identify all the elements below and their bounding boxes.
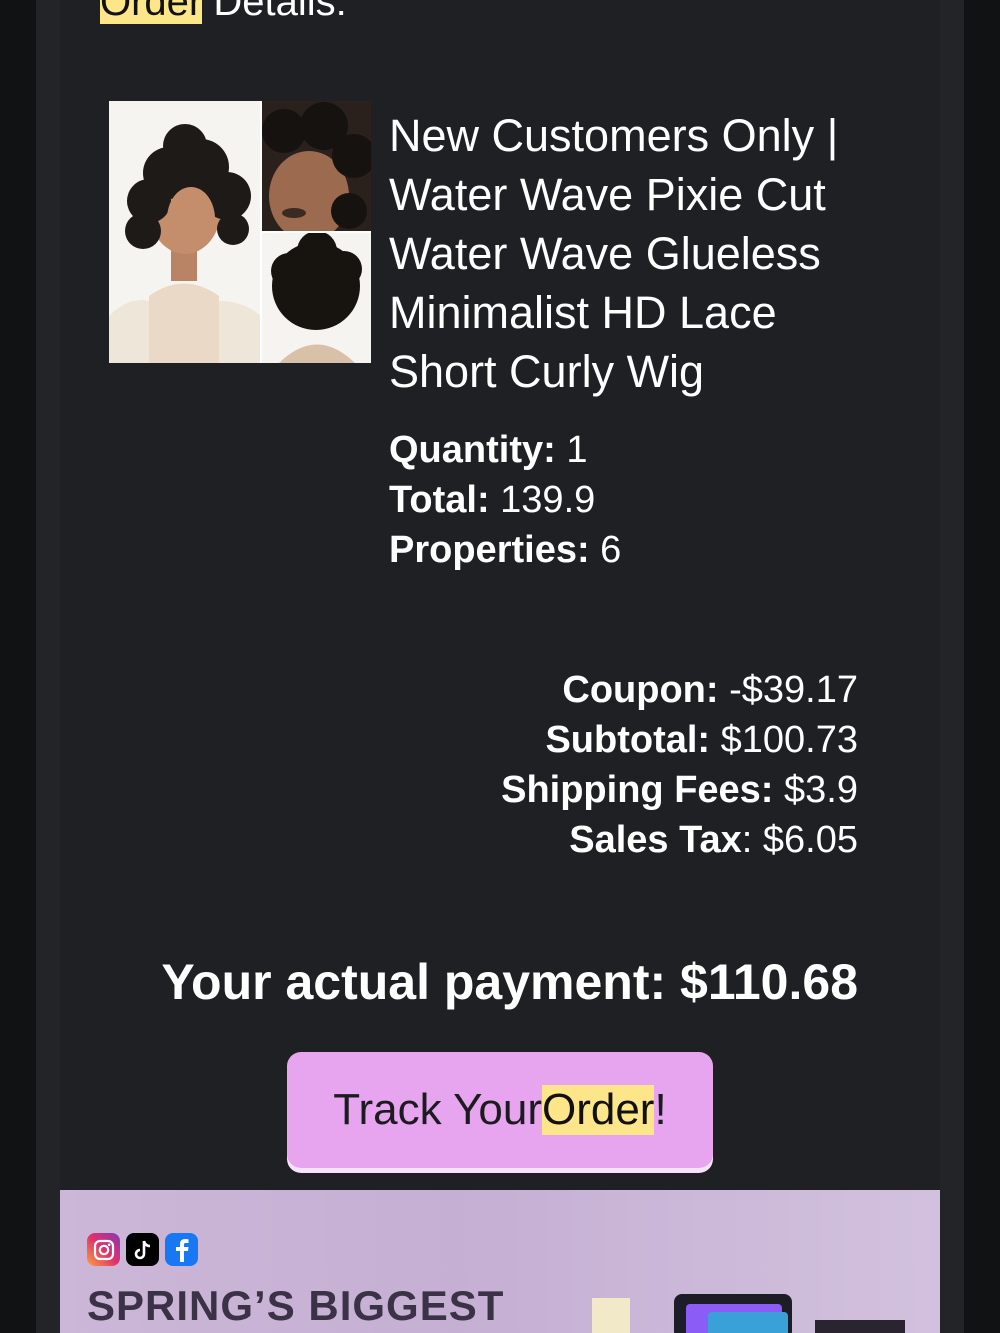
subtotal-value: $100.73 xyxy=(710,719,858,761)
item-details: Quantity: 1 Total: 139.9 Properties: 6 xyxy=(389,425,621,575)
promo-banner[interactable]: SPRING’S BIGGEST xyxy=(60,1190,940,1333)
facebook-icon[interactable] xyxy=(165,1233,198,1266)
coupon-value: -$39.17 xyxy=(718,669,858,711)
right-frame-border xyxy=(940,0,964,1333)
heading-text: Details: xyxy=(202,0,347,24)
properties-label: Properties: xyxy=(389,529,590,571)
search-highlight: Order xyxy=(100,0,203,24)
actual-payment: Your actual payment: $110.68 xyxy=(161,954,858,1010)
subtotal-row: Subtotal: $100.73 xyxy=(501,715,858,765)
tax-value: : $6.05 xyxy=(741,819,858,861)
order-summary: Coupon: -$39.17 Subtotal: $100.73 Shippi… xyxy=(501,665,858,865)
quantity-row: Quantity: 1 xyxy=(389,425,621,475)
quantity-value: 1 xyxy=(555,429,588,471)
coupon-row: Coupon: -$39.17 xyxy=(501,665,858,715)
coupon-label: Coupon: xyxy=(562,669,719,711)
track-button-highlight: Order xyxy=(541,1085,655,1135)
total-value: 139.9 xyxy=(489,479,596,521)
track-button-suffix: ! xyxy=(654,1085,667,1134)
instagram-icon[interactable] xyxy=(87,1233,120,1266)
order-details-heading: Order Details: xyxy=(100,0,347,26)
social-icons xyxy=(87,1233,198,1266)
banner-devices-illustration xyxy=(592,1294,905,1333)
properties-row: Properties: 6 xyxy=(389,525,621,575)
shipping-value: $3.9 xyxy=(773,769,858,811)
shipping-label: Shipping Fees: xyxy=(501,769,774,811)
track-order-button[interactable]: Track Your Order! xyxy=(287,1052,713,1168)
track-button-text: Track Your xyxy=(333,1085,542,1134)
product-photo-icon xyxy=(109,101,371,363)
total-label: Total: xyxy=(389,479,490,521)
tiktok-icon[interactable] xyxy=(126,1233,159,1266)
quantity-label: Quantity: xyxy=(389,429,556,471)
product-image[interactable] xyxy=(109,101,371,363)
properties-value: 6 xyxy=(589,529,622,571)
subtotal-label: Subtotal: xyxy=(545,719,711,761)
tax-label: Sales Tax xyxy=(569,819,742,861)
tax-row: Sales Tax: $6.05 xyxy=(501,815,858,865)
left-frame-border xyxy=(36,0,60,1333)
shipping-row: Shipping Fees: $3.9 xyxy=(501,765,858,815)
banner-title: SPRING’S BIGGEST xyxy=(87,1282,505,1329)
product-name[interactable]: New Customers Only | Water Wave Pixie Cu… xyxy=(389,106,889,401)
total-row: Total: 139.9 xyxy=(389,475,621,525)
